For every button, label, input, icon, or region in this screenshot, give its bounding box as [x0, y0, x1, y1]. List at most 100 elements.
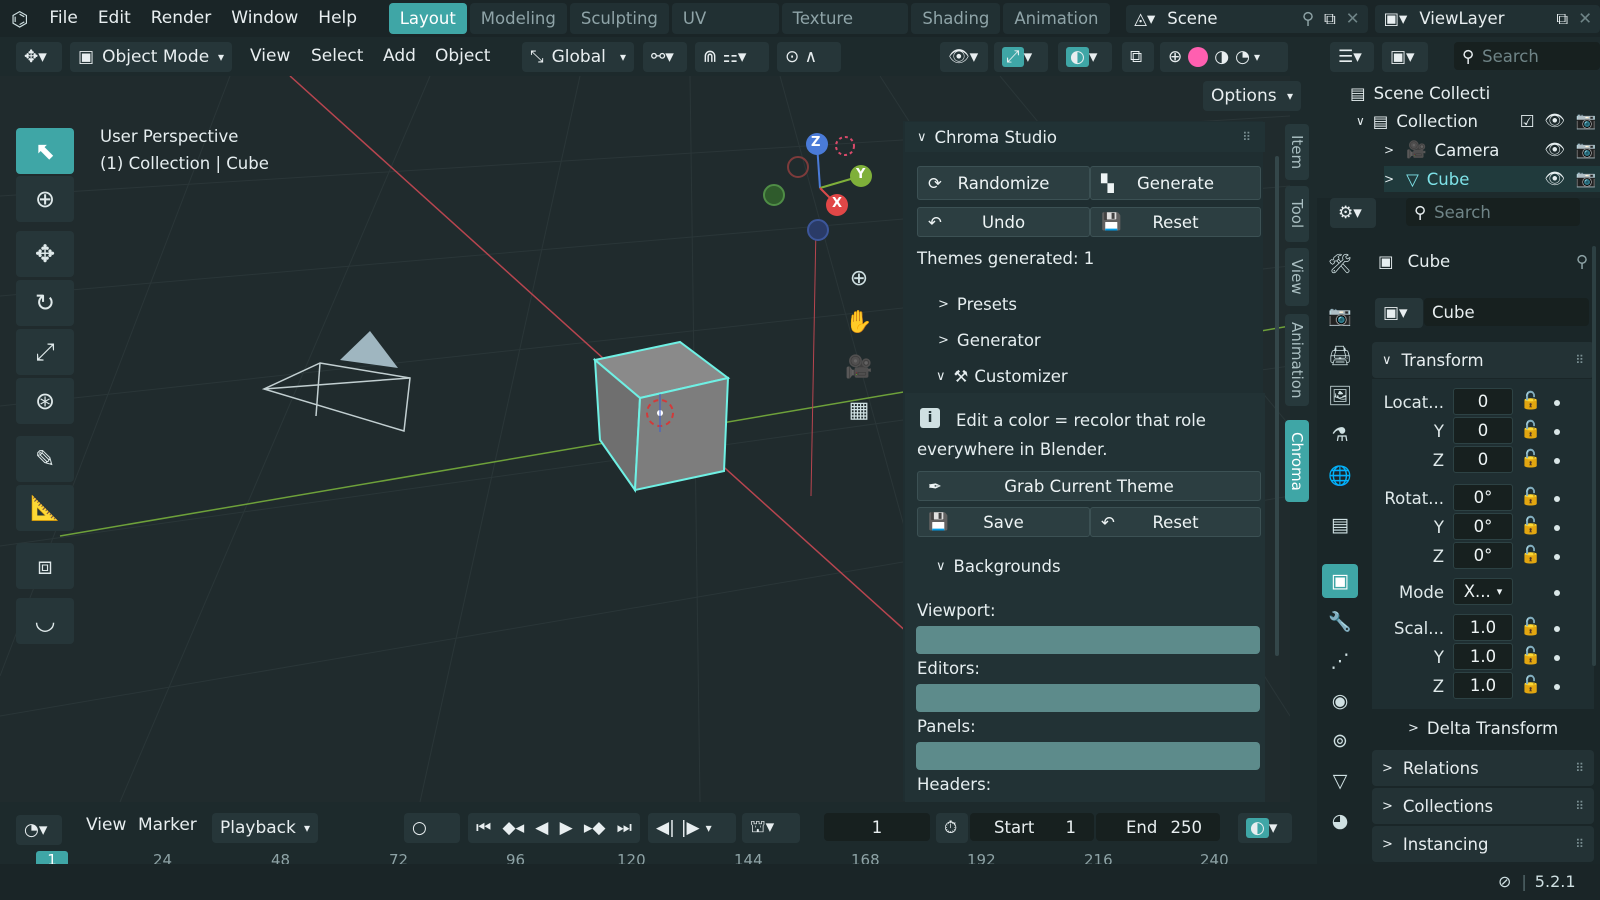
properties-search-input[interactable]: ⚲ Search [1406, 198, 1580, 226]
perspective-grid-icon[interactable]: ▦ [843, 394, 875, 426]
lock-icon[interactable]: 🔓 [1520, 545, 1541, 565]
mode-dropdown[interactable]: ▣ Object Mode ▾ [70, 42, 232, 72]
tab-uv-editing[interactable]: UV Editing [671, 3, 779, 59]
proportional-edit-button[interactable]: ⊙ ∧ [777, 42, 841, 72]
playback-dropdown[interactable]: Playback ▾ [212, 813, 318, 843]
transform-panel-header[interactable]: ∨ Transform ⠿ [1372, 342, 1594, 378]
properties-editor-type[interactable]: ⚙▾ [1330, 198, 1376, 228]
tab-animation[interactable]: Animation [1003, 3, 1110, 34]
annotate-tool-button[interactable]: ✎ [16, 436, 74, 482]
delta-transform-section[interactable]: > Delta Transform [1408, 719, 1558, 738]
drag-handle-icon[interactable]: ⠿ [1575, 837, 1584, 851]
transform-tool-button[interactable]: ⊛ [16, 378, 74, 424]
panels-color-swatch[interactable] [916, 742, 1260, 770]
menu-select[interactable]: Select [301, 38, 373, 75]
object-name-input[interactable]: Cube [1424, 298, 1589, 326]
instancing-panel-header[interactable]: > Instancing ⠿ [1372, 826, 1594, 862]
scale-x-field[interactable]: 1.0 [1453, 614, 1513, 641]
stopwatch-icon[interactable]: ⏱ [936, 813, 968, 843]
lock-icon[interactable]: 🔓 [1520, 420, 1541, 440]
menu-window[interactable]: Window [221, 0, 308, 37]
tab-texture-paint[interactable]: Texture Paint [781, 3, 909, 59]
render-properties-icon[interactable]: 📷 [1322, 298, 1358, 332]
select-tool-button[interactable]: ⬉ [16, 128, 74, 174]
pin-icon[interactable]: ⚲ [1302, 9, 1314, 28]
undo-button[interactable]: ↶ Undo [917, 207, 1090, 237]
sidebar-tab-animation[interactable]: Animation [1285, 314, 1309, 406]
keyframe-dot-icon[interactable] [1554, 429, 1560, 435]
grab-current-theme-button[interactable]: ✒ Grab Current Theme [917, 471, 1261, 501]
menu-help[interactable]: Help [308, 0, 367, 37]
overlay-toggle[interactable]: ◐ ▾ [1058, 42, 1112, 72]
camera-view-icon[interactable]: 🎥 [843, 351, 875, 383]
play-icon[interactable]: ▶ [560, 818, 573, 838]
keyframe-dot-icon[interactable] [1554, 626, 1560, 632]
frame-ruler[interactable]: 1 24 48 72 96 120 144 168 192 216 240 [0, 849, 1290, 864]
record-button[interactable]: ○ [404, 813, 460, 843]
rotation-y-field[interactable]: 0° [1453, 513, 1513, 540]
object-data-selector[interactable]: ▣▾ [1375, 298, 1423, 328]
backgrounds-section[interactable]: ∨ Backgrounds [936, 557, 1061, 576]
menu-object[interactable]: Object [425, 38, 500, 75]
cube-object[interactable] [592, 340, 731, 493]
drag-handle-icon[interactable]: ⠿ [1242, 130, 1251, 144]
generate-button[interactable]: ▚ Generate [1090, 166, 1261, 200]
camera-object[interactable] [261, 331, 411, 432]
navigation-gizmo[interactable]: Z Y X [760, 128, 880, 248]
scale-y-field[interactable]: 1.0 [1453, 643, 1513, 670]
location-x-field[interactable]: 0 [1453, 388, 1513, 415]
jump-end-icon[interactable]: ⏭ [617, 818, 632, 838]
rendered-icon[interactable]: ◔ [1235, 47, 1250, 67]
tab-shading[interactable]: Shading [911, 3, 1001, 34]
checkbox-icon[interactable]: ☑ [1520, 112, 1535, 131]
add-cube-tool-button[interactable]: ⧈ [16, 543, 74, 589]
eye-icon[interactable]: 👁 [1545, 140, 1566, 160]
camera-render-icon[interactable]: 📷 [1575, 169, 1596, 189]
pin-icon[interactable]: ⚲ [1576, 252, 1588, 271]
customizer-section[interactable]: ∨ ⚒ Customizer [936, 367, 1068, 386]
chevron-down-icon[interactable]: ▾ [706, 821, 712, 835]
panel-scrollbar[interactable] [1275, 156, 1279, 656]
menu-render[interactable]: Render [141, 0, 222, 37]
world-properties-icon[interactable]: 🌐 [1322, 458, 1358, 492]
tab-modeling[interactable]: Modeling [469, 3, 567, 34]
next-keyframe-icon[interactable]: ▸◆ [584, 818, 606, 838]
modifier-properties-icon[interactable]: 🔧 [1322, 604, 1358, 638]
viewport-color-swatch[interactable] [916, 626, 1260, 654]
menu-add[interactable]: Add [373, 38, 426, 75]
sidebar-tab-item[interactable]: Item [1285, 124, 1309, 180]
save-button[interactable]: 💾 Save [917, 507, 1090, 537]
close-icon[interactable]: ✕ [1346, 9, 1360, 28]
drag-handle-icon[interactable]: ⠿ [1575, 353, 1584, 367]
zoom-icon[interactable]: ⊕ [843, 262, 875, 294]
lock-icon[interactable]: 🔓 [1520, 646, 1541, 666]
editor-type-button[interactable]: ✥▾ [16, 42, 62, 72]
properties-scrollbar[interactable] [1592, 246, 1596, 666]
menu-edit[interactable]: Edit [88, 0, 141, 37]
tab-sculpting[interactable]: Sculpting [569, 3, 669, 34]
collection-properties-icon[interactable]: ▤ [1322, 508, 1358, 542]
lock-icon[interactable]: 🔓 [1520, 391, 1541, 411]
sidebar-tab-chroma[interactable]: Chroma [1285, 420, 1309, 502]
gizmo-toggle[interactable]: ⤢ ▾ [994, 42, 1048, 72]
wireframe-icon[interactable]: ⊕ [1168, 47, 1182, 67]
tab-layout[interactable]: Layout [388, 3, 467, 34]
keyframe-dot-icon[interactable] [1554, 655, 1560, 661]
snap-button[interactable]: ⋒ ⚏▾ [695, 42, 769, 72]
eye-icon[interactable]: 👁 [1545, 169, 1566, 189]
prev-keyframe-icon[interactable]: ◆◂ [503, 818, 525, 838]
end-frame-field[interactable]: End 250 [1096, 813, 1220, 841]
data-properties-icon[interactable]: ▽ [1322, 764, 1358, 798]
scale-z-field[interactable]: 1.0 [1453, 672, 1513, 699]
pivot-button[interactable]: ⚯▾ [643, 42, 687, 72]
menu-view[interactable]: View [240, 38, 300, 75]
scale-tool-button[interactable]: ⤢ [16, 329, 74, 375]
eye-icon[interactable]: 👁 [1545, 111, 1566, 131]
timeline-editor-type[interactable]: ◔▾ [16, 815, 62, 845]
xray-toggle[interactable]: ⧉ [1122, 42, 1154, 72]
keyframe-dot-icon[interactable] [1554, 458, 1560, 464]
rotation-x-field[interactable]: 0° [1453, 484, 1513, 511]
new-view-layer-icon[interactable]: ⧉ [1556, 9, 1568, 29]
physics-properties-icon[interactable]: ◉ [1322, 684, 1358, 718]
chroma-panel-header[interactable]: ∨ Chroma Studio ⠿ [905, 122, 1265, 152]
